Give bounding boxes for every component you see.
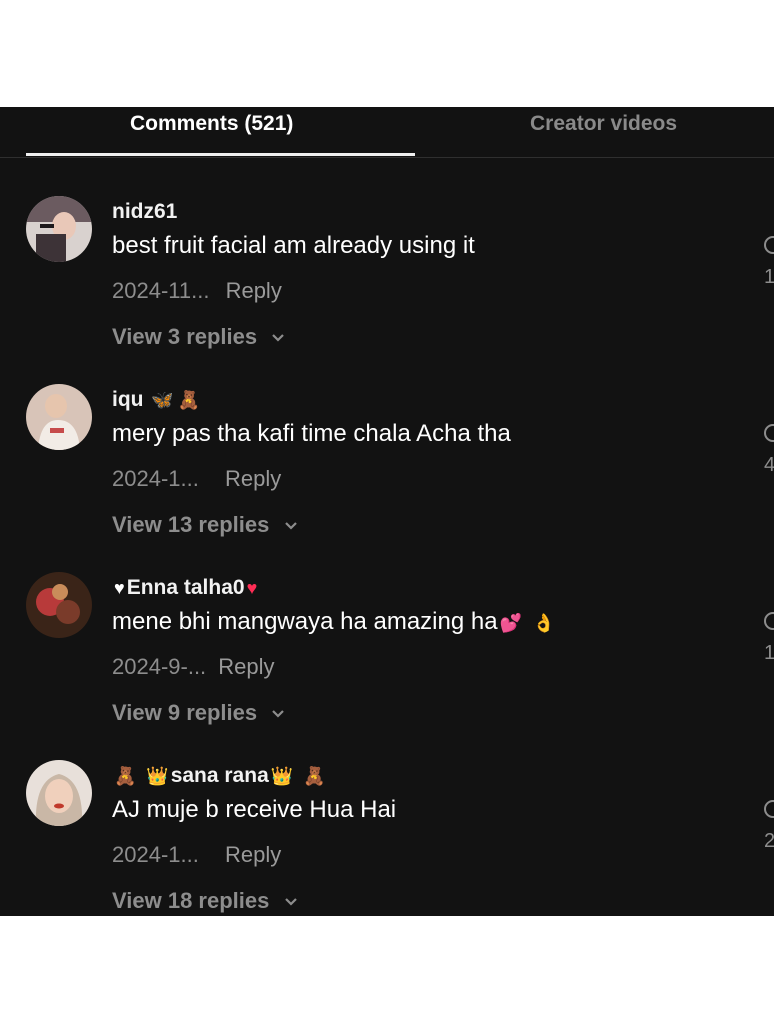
avatar[interactable] <box>26 384 92 450</box>
white-heart-icon: ♥ <box>114 578 125 598</box>
chevron-down-icon <box>272 710 285 718</box>
comment-date: 2024-11... <box>112 278 210 303</box>
reply-button[interactable]: Reply <box>226 278 282 303</box>
reply-button[interactable]: Reply <box>218 654 274 679</box>
crown-icon: 👑 <box>146 766 169 786</box>
comment-text: mery pas tha kafi time chala Acha tha <box>112 420 511 447</box>
reply-button[interactable]: Reply <box>225 842 281 867</box>
comment-username[interactable]: ♥Enna talha0 ♥ <box>112 576 259 600</box>
comment-item: nidz61 best fruit facial am already usin… <box>0 196 774 381</box>
teddy-bear-icon: 🧸 <box>114 766 137 786</box>
comment-date: 2024-1... <box>112 466 199 491</box>
avatar[interactable] <box>26 196 92 262</box>
username-text: Enna talha0 <box>126 576 245 599</box>
comment-date: 2024-9-... <box>112 654 207 679</box>
active-tab-indicator <box>26 153 415 156</box>
like-count: 1 <box>764 266 774 288</box>
comment-text: AJ muje b receive Hua Hai <box>112 796 397 823</box>
comment-date: 2024-1... <box>112 842 199 867</box>
butterfly-icon: 🦋 <box>151 390 174 410</box>
comment-text: mene bhi mangwaya ha amazing ha 💕 👌 <box>112 608 557 636</box>
comment-username[interactable]: iqu 🦋 🧸 <box>112 388 202 412</box>
comment-meta: 2024-9-... Reply <box>112 654 275 680</box>
view-replies-label: View 9 replies <box>112 700 258 725</box>
tab-bar: Comments (521) Creator videos <box>0 107 774 158</box>
teddy-bear-icon: 🧸 <box>303 766 326 786</box>
view-replies-label: View 18 replies <box>112 888 270 913</box>
red-heart-icon: ♥ <box>246 578 258 598</box>
username-text: sana rana <box>170 764 269 787</box>
like-count: 1 <box>764 642 774 664</box>
ok-hand-icon: 👌 <box>532 613 556 633</box>
view-replies-button[interactable]: View 13 replies <box>112 512 298 538</box>
view-replies-button[interactable]: View 9 replies <box>112 700 285 726</box>
view-replies-label: View 3 replies <box>112 324 258 349</box>
chevron-down-icon <box>284 522 297 530</box>
comment-meta: 2024-1... Reply <box>112 842 281 868</box>
like-count: 2 <box>764 830 774 852</box>
comment-text-content: mene bhi mangwaya ha amazing ha <box>112 608 498 635</box>
avatar[interactable] <box>26 572 92 638</box>
tab-creator-videos[interactable]: Creator videos <box>530 112 677 136</box>
heart-icon[interactable] <box>764 800 774 818</box>
view-replies-button[interactable]: View 3 replies <box>112 324 285 350</box>
chevron-down-icon <box>272 334 285 342</box>
view-replies-label: View 13 replies <box>112 512 270 537</box>
comments-panel: Comments (521) Creator videos nidz61 bes… <box>0 107 774 916</box>
comment-item: ♥Enna talha0 ♥ mene bhi mangwaya ha amazi… <box>0 572 774 757</box>
like-count: 4 <box>764 454 774 476</box>
heart-icon[interactable] <box>764 236 774 254</box>
chevron-down-icon <box>284 898 297 906</box>
heart-icon[interactable] <box>764 424 774 442</box>
comment-username[interactable]: nidz61 <box>112 200 177 224</box>
comment-text: best fruit facial am already using it <box>112 232 475 259</box>
view-replies-button[interactable]: View 18 replies <box>112 888 298 914</box>
comment-username[interactable]: 🧸 👑sana rana 👑 🧸 <box>112 764 327 788</box>
username-text: iqu <box>112 388 144 411</box>
comment-meta: 2024-1... Reply <box>112 466 281 492</box>
heart-icon[interactable] <box>764 612 774 630</box>
comment-item: 🧸 👑sana rana 👑 🧸 AJ muje b receive Hua Ha… <box>0 760 774 916</box>
tab-comments[interactable]: Comments (521) <box>130 112 293 136</box>
avatar[interactable] <box>26 760 92 826</box>
teddy-bear-icon: 🧸 <box>177 390 201 410</box>
two-hearts-icon: 💕 <box>499 613 522 633</box>
crown-icon: 👑 <box>270 766 294 786</box>
comment-meta: 2024-11... Reply <box>112 278 282 304</box>
reply-button[interactable]: Reply <box>225 466 281 491</box>
comment-item: iqu 🦋 🧸 mery pas tha kafi time chala Acha… <box>0 384 774 569</box>
